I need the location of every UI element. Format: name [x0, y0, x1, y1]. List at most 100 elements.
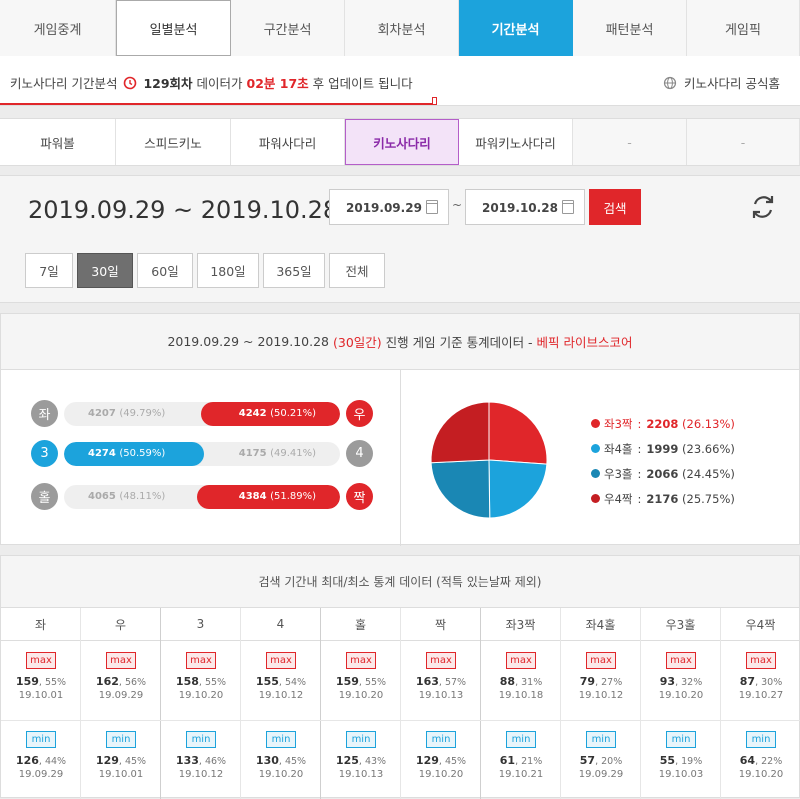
minmax-column: 좌3짝 max 88, 31% 19.10.18 min 61, 21% 19.10.21	[481, 608, 561, 799]
pie-slice-3	[430, 401, 490, 464]
minmax-column: 좌 max 159, 55% 19.10.01 min 126, 44% 19.09.29	[1, 608, 81, 799]
max-cell: max 163, 57% 19.10.13	[401, 642, 481, 720]
game-tab-0[interactable]: 파워볼	[0, 119, 116, 165]
min-badge: min	[666, 731, 696, 748]
calendar-icon	[426, 200, 438, 214]
pie-slice-2	[430, 459, 491, 519]
game-tab-2[interactable]: 파워사다리	[231, 119, 345, 165]
end-date-input[interactable]: 2019.10.28	[465, 189, 585, 225]
max-cell: max 87, 30% 19.10.27	[721, 642, 800, 720]
top-tab-0[interactable]: 게임중계	[0, 0, 116, 56]
min-badge: min	[346, 731, 376, 748]
legend-dot	[591, 444, 600, 453]
countdown-time: 02분 17초	[246, 76, 309, 91]
minmax-column: 우3홀 max 93, 32% 19.10.20 min 55, 19% 19.10.03	[641, 608, 721, 799]
ratio-bar: 4207 (49.79%) 4242 (50.21%)	[64, 402, 340, 426]
ratio-row: 좌 4207 (49.79%) 4242 (50.21%) 우	[31, 400, 373, 428]
top-tab-2[interactable]: 구간분석	[231, 0, 345, 56]
minmax-column-header: 좌4홀	[561, 608, 640, 641]
minmax-column: 좌4홀 max 79, 27% 19.10.12 min 57, 20% 19.09.29	[561, 608, 641, 799]
refresh-icon[interactable]	[748, 192, 778, 222]
minmax-column-header: 우	[81, 608, 160, 641]
source-link[interactable]: 베픽 라이브스코어	[537, 332, 633, 351]
max-badge: max	[506, 652, 536, 669]
period-button-4[interactable]: 365일	[263, 253, 325, 288]
min-badge: min	[426, 731, 456, 748]
game-tab-5[interactable]: -	[573, 119, 687, 165]
max-cell: max 79, 27% 19.10.12	[561, 642, 641, 720]
max-cell: max 88, 31% 19.10.18	[481, 642, 561, 720]
progress-marker	[432, 97, 437, 105]
min-badge: min	[586, 731, 616, 748]
legend-dot	[591, 494, 600, 503]
max-badge: max	[186, 652, 216, 669]
minmax-column-header: 짝	[401, 608, 480, 641]
game-tab-3[interactable]: 키노사다리	[345, 119, 459, 165]
game-tab-6[interactable]: -	[687, 119, 800, 165]
minmax-column-header: 좌3짝	[481, 608, 560, 641]
period-button-2[interactable]: 60일	[137, 253, 193, 288]
left-label-circle: 3	[31, 440, 58, 467]
max-cell: max 155, 54% 19.10.12	[241, 642, 321, 720]
game-tab-4[interactable]: 파워키노사다리	[459, 119, 573, 165]
left-value: 4065 (48.11%)	[88, 491, 166, 502]
start-date-input[interactable]: 2019.09.29	[329, 189, 449, 225]
top-nav-tabs: 게임중계 일별분석 구간분석 회차분석 기간분석 패턴분석 게임픽	[0, 0, 800, 56]
max-badge: max	[346, 652, 376, 669]
period-button-1[interactable]: 30일	[77, 253, 133, 288]
period-button-3[interactable]: 180일	[197, 253, 259, 288]
minmax-column-header: 4	[241, 608, 320, 641]
top-tab-5[interactable]: 패턴분석	[573, 0, 687, 56]
min-cell: min 133, 46% 19.10.12	[161, 720, 241, 798]
right-value: 4242 (50.21%)	[238, 408, 316, 419]
min-badge: min	[506, 731, 536, 748]
pie-slice-0	[488, 401, 548, 465]
legend-item: 좌4홀: 1999 (23.66%)	[591, 436, 735, 461]
min-badge: min	[26, 731, 56, 748]
search-button[interactable]: 검색	[589, 189, 641, 225]
minmax-column-header: 홀	[321, 608, 400, 641]
max-badge: max	[666, 652, 696, 669]
left-value: 4274 (50.59%)	[88, 448, 166, 459]
max-cell: max 162, 56% 19.09.29	[81, 642, 161, 720]
left-value: 4207 (49.79%)	[88, 408, 166, 419]
max-cell: max 159, 55% 19.10.01	[1, 642, 81, 720]
min-cell: min 129, 45% 19.10.20	[401, 720, 481, 798]
max-badge: max	[426, 652, 456, 669]
max-badge: max	[266, 652, 296, 669]
max-badge: max	[586, 652, 616, 669]
top-tab-4[interactable]: 기간분석	[459, 0, 573, 56]
minmax-column-header: 우4짝	[721, 608, 800, 641]
top-tab-3[interactable]: 회차분석	[345, 0, 459, 56]
minmax-column: 우 max 162, 56% 19.09.29 min 129, 45% 19.10.01	[81, 608, 161, 799]
min-cell: min 130, 45% 19.10.20	[241, 720, 321, 798]
minmax-column: 짝 max 163, 57% 19.10.13 min 129, 45% 19.10.20	[401, 608, 481, 799]
ratio-bar: 4274 (50.59%) 4175 (49.41%)	[64, 442, 340, 466]
left-label-circle: 홀	[31, 483, 58, 510]
update-notice: 키노사다리 기간분석 129회차 데이터가 02분 17초 후 업데이트 됩니다	[10, 76, 413, 91]
right-label-circle: 우	[346, 400, 373, 427]
combo-pie-chart	[430, 401, 548, 519]
min-badge: min	[266, 731, 296, 748]
max-cell: max 93, 32% 19.10.20	[641, 642, 721, 720]
period-buttons: 7일 30일 60일 180일 365일 전체	[25, 253, 389, 288]
min-cell: min 61, 21% 19.10.21	[481, 720, 561, 798]
period-button-0[interactable]: 7일	[25, 253, 73, 288]
update-progress-bar	[0, 97, 437, 105]
min-cell: min 126, 44% 19.09.29	[1, 720, 81, 798]
calendar-icon	[562, 200, 574, 214]
legend-item: 우4짝: 2176 (25.75%)	[591, 486, 735, 511]
right-value: 4384 (51.89%)	[238, 491, 316, 502]
top-tab-6[interactable]: 게임픽	[687, 0, 800, 56]
legend-item: 우3홀: 2066 (24.45%)	[591, 461, 735, 486]
update-info-bar: 키노사다리 기간분석 129회차 데이터가 02분 17초 후 업데이트 됩니다…	[0, 56, 800, 106]
ratio-row: 3 4274 (50.59%) 4175 (49.41%) 4	[31, 440, 373, 468]
period-button-5[interactable]: 전체	[329, 253, 385, 288]
official-home-link[interactable]: 키노사다리 공식홈	[663, 73, 780, 92]
max-badge: max	[26, 652, 56, 669]
max-cell: max 158, 55% 19.10.20	[161, 642, 241, 720]
top-tab-1[interactable]: 일별분석	[116, 0, 231, 56]
game-tab-1[interactable]: 스피드키노	[116, 119, 231, 165]
min-badge: min	[186, 731, 216, 748]
minmax-column-header: 우3홀	[641, 608, 720, 641]
